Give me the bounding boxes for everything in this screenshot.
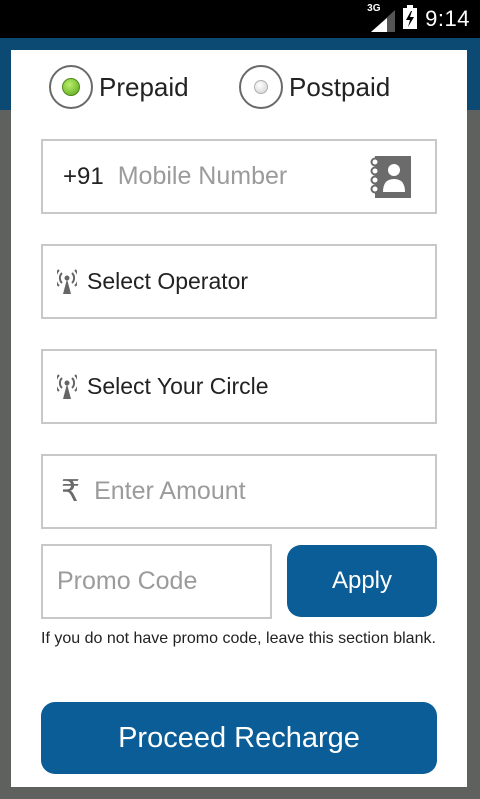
radio-selected-indicator [49, 65, 93, 109]
postpaid-radio[interactable]: Postpaid [239, 65, 390, 109]
status-bar: 3G 9:14 [0, 0, 480, 38]
tower-icon [57, 373, 77, 400]
radio-unselected-indicator [239, 65, 283, 109]
proceed-recharge-button[interactable]: Proceed Recharge [41, 702, 437, 774]
promo-note: If you do not have promo code, leave thi… [41, 630, 436, 647]
apply-button[interactable]: Apply [287, 545, 437, 617]
mobile-number-field[interactable]: +91 Mobile Number [41, 139, 437, 214]
prepaid-radio[interactable]: Prepaid [49, 65, 189, 109]
mobile-number-placeholder: Mobile Number [117, 162, 288, 190]
prepaid-label: Prepaid [99, 71, 189, 102]
contact-book-icon[interactable] [367, 154, 413, 200]
battery-icon [403, 4, 418, 34]
amount-placeholder: Enter Amount [94, 477, 246, 505]
select-operator-label: Select Operator [87, 268, 249, 294]
promo-code-field[interactable]: Promo Code [41, 544, 272, 619]
postpaid-label: Postpaid [289, 71, 391, 102]
select-circle-label: Select Your Circle [87, 373, 269, 399]
rupee-icon: ₹ [61, 475, 81, 508]
clock: 9:14 [425, 6, 470, 31]
select-circle-field[interactable]: Select Your Circle [41, 349, 437, 424]
amount-field[interactable]: ₹ Enter Amount [41, 454, 437, 529]
select-operator-field[interactable]: Select Operator [41, 244, 437, 319]
country-code: +91 [63, 162, 104, 190]
tower-icon [57, 268, 77, 295]
signal-icon: 3G [367, 3, 396, 32]
promo-code-placeholder: Promo Code [57, 567, 198, 595]
